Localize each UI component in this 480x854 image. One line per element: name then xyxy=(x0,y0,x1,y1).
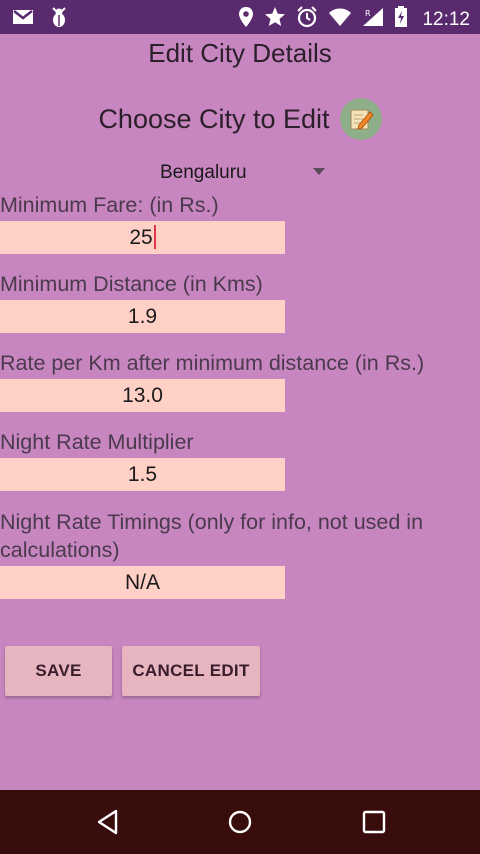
star-icon xyxy=(264,6,286,33)
choose-city-row: Choose City to Edit xyxy=(0,98,480,140)
signal-icon: R xyxy=(362,7,384,32)
text-cursor xyxy=(153,225,156,249)
navigation-bar xyxy=(0,790,480,854)
min-fare-input[interactable]: 25 xyxy=(0,221,285,254)
city-dropdown-value: Bengaluru xyxy=(160,162,247,183)
cancel-edit-button[interactable]: CANCEL EDIT xyxy=(122,646,260,696)
min-fare-label: Minimum Fare: (in Rs.) xyxy=(0,193,219,217)
night-timings-label: Night Rate Timings (only for info, not u… xyxy=(0,510,424,534)
dropdown-arrow-icon xyxy=(313,168,325,175)
status-bar: R 12:12 xyxy=(0,0,480,34)
battery-icon xyxy=(394,6,408,33)
home-icon[interactable] xyxy=(226,808,254,836)
gmail-icon xyxy=(12,7,34,34)
recents-icon[interactable] xyxy=(360,808,388,836)
night-multiplier-label: Night Rate Multiplier xyxy=(0,430,194,454)
choose-city-label: Choose City to Edit xyxy=(98,103,330,134)
rate-per-km-input[interactable]: 13.0 xyxy=(0,379,285,412)
status-time: 12:12 xyxy=(422,8,470,30)
bug-icon xyxy=(50,7,68,34)
min-distance-input[interactable]: 1.9 xyxy=(0,300,285,333)
edit-icon[interactable] xyxy=(339,98,382,140)
wifi-icon xyxy=(328,7,352,32)
back-icon[interactable] xyxy=(94,808,122,836)
page-title: Edit City Details xyxy=(148,38,332,68)
svg-text:R: R xyxy=(365,9,371,18)
night-timings-input[interactable]: N/A xyxy=(0,566,285,599)
night-timings-label-continued: calculations) xyxy=(0,538,120,562)
night-multiplier-input[interactable]: 1.5 xyxy=(0,458,285,491)
min-distance-label: Minimum Distance (in Kms) xyxy=(0,272,263,296)
location-icon xyxy=(238,6,254,33)
alarm-icon xyxy=(296,6,318,33)
save-button[interactable]: SAVE xyxy=(5,646,112,696)
rate-per-km-label: Rate per Km after minimum distance (in R… xyxy=(0,351,425,375)
city-dropdown[interactable]: Bengaluru xyxy=(150,158,335,188)
min-fare-value: 25 xyxy=(129,226,153,249)
